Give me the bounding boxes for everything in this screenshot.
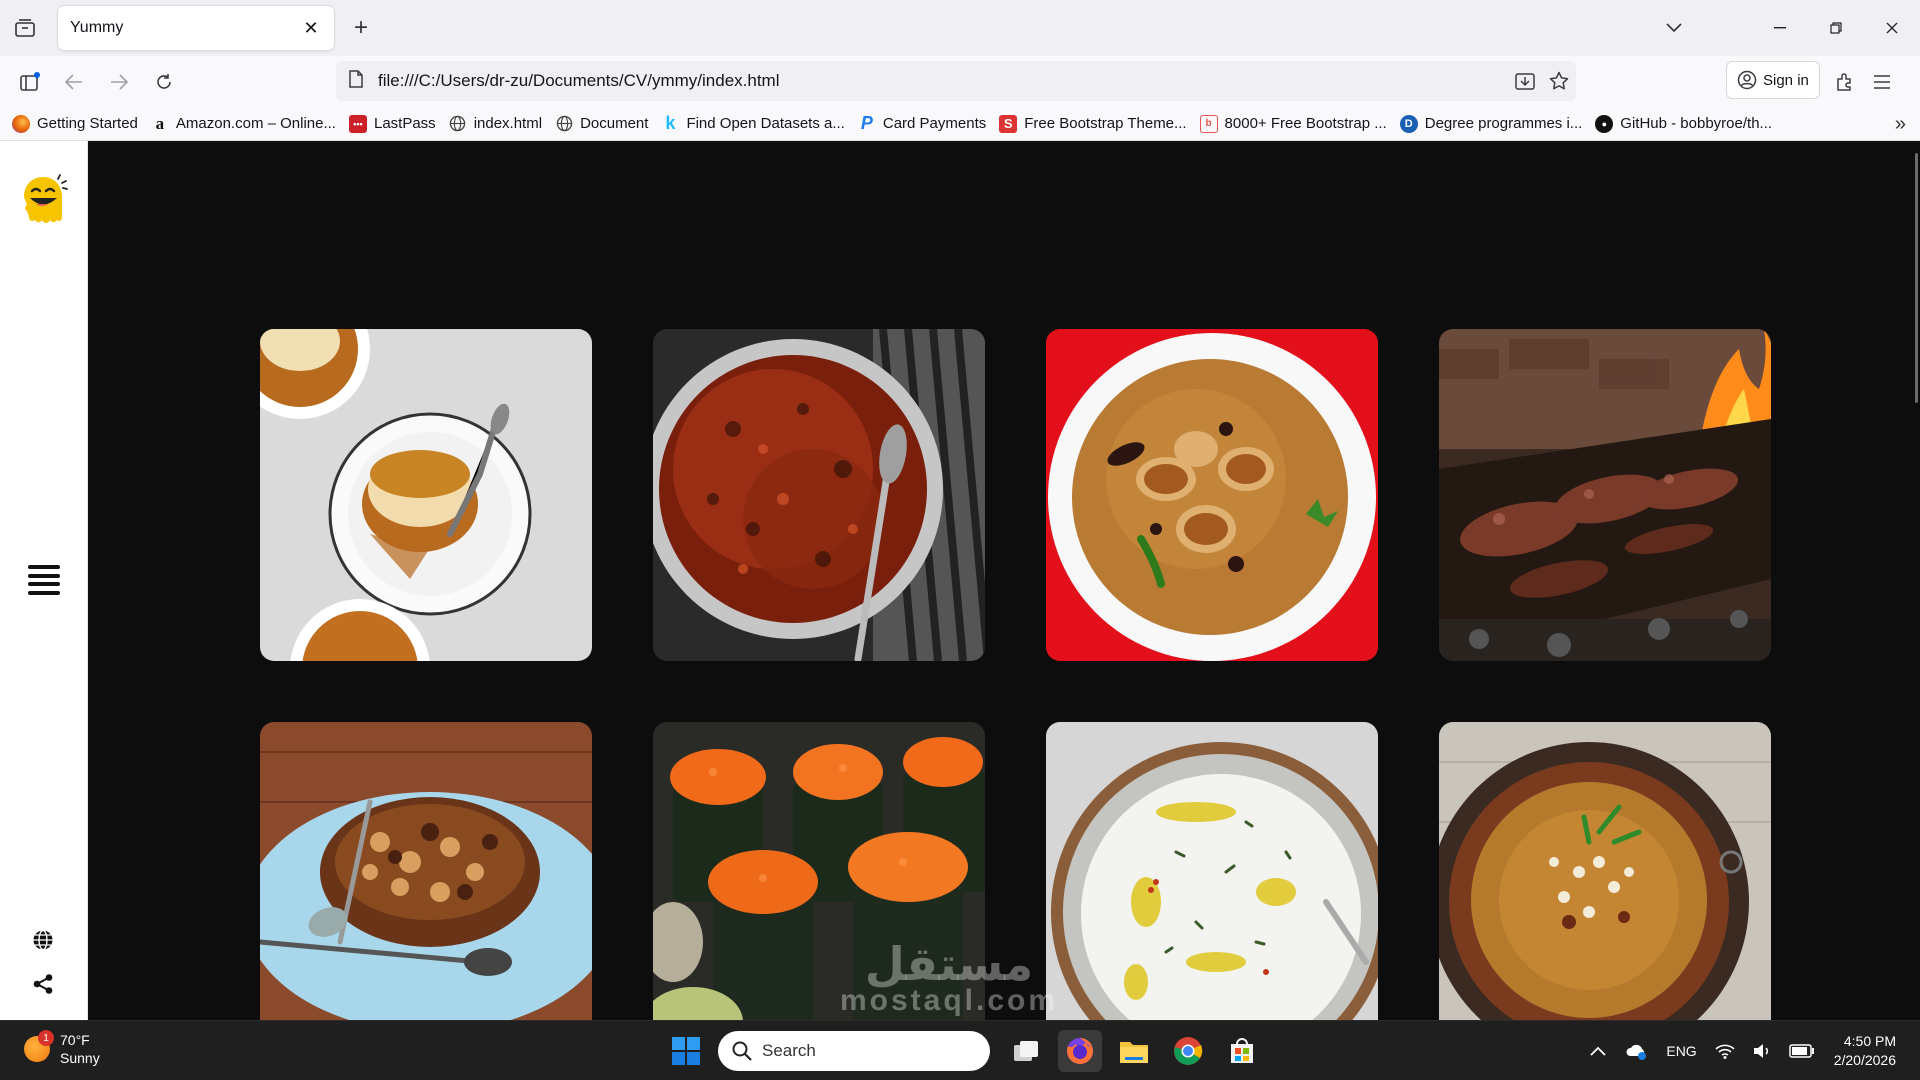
taskbar-apps: Search bbox=[664, 1030, 1274, 1072]
bookmark-amazon[interactable]: a Amazon.com – Online... bbox=[151, 113, 336, 133]
meal-card-stew[interactable] bbox=[653, 329, 985, 661]
system-tray: ENG 4:50 PM 2/20/2026 bbox=[1581, 1021, 1920, 1080]
bookmark-star-icon[interactable] bbox=[1542, 64, 1576, 98]
windows-start-icon[interactable] bbox=[664, 1030, 708, 1072]
microsoft-store-icon[interactable] bbox=[1220, 1030, 1264, 1072]
amazon-icon: a bbox=[155, 113, 165, 133]
browser-tab-active[interactable]: Yummy ✕ bbox=[58, 6, 334, 50]
clock-time: 4:50 PM bbox=[1843, 1033, 1896, 1049]
task-view-icon[interactable] bbox=[1004, 1030, 1048, 1072]
volume-icon[interactable] bbox=[1753, 1043, 1771, 1059]
chrome-icon[interactable] bbox=[1166, 1030, 1210, 1072]
bookmark-document[interactable]: Document bbox=[555, 115, 648, 133]
meal-card-stew-bowl[interactable] bbox=[260, 722, 592, 1020]
clock[interactable]: 4:50 PM 2/20/2026 bbox=[1834, 1032, 1896, 1070]
share-icon[interactable] bbox=[30, 971, 56, 997]
chevron-down-icon[interactable] bbox=[1660, 14, 1688, 42]
paypal-icon: P bbox=[860, 113, 873, 133]
globe-icon[interactable] bbox=[30, 927, 56, 953]
temperature: 70°F bbox=[60, 1032, 90, 1048]
bookmark-degree-programmes[interactable]: D Degree programmes i... bbox=[1399, 114, 1582, 133]
chevron-up-icon[interactable] bbox=[1590, 1046, 1606, 1056]
search-icon bbox=[732, 1041, 752, 1061]
startbootstrap-icon: S bbox=[999, 114, 1018, 133]
lastpass-icon: ••• bbox=[348, 114, 367, 133]
firefox-taskbar-icon[interactable] bbox=[1058, 1030, 1102, 1072]
bookmark-getting-started[interactable]: Getting Started bbox=[12, 114, 138, 133]
navigation-toolbar: file:///C:/Users/dr-zu/Documents/CV/ymmy… bbox=[0, 56, 1920, 107]
page-scrollbar[interactable] bbox=[1915, 153, 1918, 403]
sign-in-button[interactable]: Sign in bbox=[1726, 61, 1820, 99]
account-icon bbox=[1737, 70, 1757, 90]
meal-card-flan[interactable] bbox=[260, 329, 592, 661]
window-controls bbox=[1752, 0, 1920, 56]
bookmark-free-bootstrap-themes[interactable]: S Free Bootstrap Theme... bbox=[999, 114, 1187, 133]
app-menu-icon[interactable] bbox=[1866, 66, 1898, 98]
hamburger-menu-icon[interactable] bbox=[28, 565, 60, 595]
close-window-icon[interactable] bbox=[1864, 0, 1920, 56]
globe-icon bbox=[555, 115, 573, 133]
meal-card-kabsa[interactable] bbox=[1046, 329, 1378, 661]
chevron-double-right-icon[interactable]: » bbox=[1895, 113, 1906, 136]
bookmark-github[interactable]: ● GitHub - bobbyroe/th... bbox=[1595, 114, 1772, 133]
globe-icon bbox=[449, 115, 467, 133]
web-page: مستقل mostaql.com bbox=[0, 141, 1920, 1020]
battery-icon[interactable] bbox=[1788, 1044, 1815, 1058]
stew-image bbox=[653, 329, 985, 661]
onedrive-icon[interactable] bbox=[1624, 1042, 1648, 1060]
restore-icon[interactable] bbox=[1808, 0, 1864, 56]
firefox-icon bbox=[12, 114, 30, 133]
browser-tab-strip: Yummy ✕ + bbox=[0, 0, 1920, 56]
soup-image bbox=[1439, 722, 1771, 1020]
bookmark-kaggle[interactable]: k Find Open Datasets a... bbox=[661, 113, 844, 133]
kaggle-icon: k bbox=[665, 113, 676, 133]
reload-icon[interactable] bbox=[148, 66, 180, 98]
tab-title: Yummy bbox=[70, 19, 124, 36]
meal-card-yogurt[interactable] bbox=[1046, 722, 1378, 1020]
bookmarks-toolbar: Getting Started a Amazon.com – Online...… bbox=[0, 107, 1920, 141]
grill-image bbox=[1439, 329, 1771, 661]
clock-date: 2/20/2026 bbox=[1833, 1052, 1896, 1068]
site-sidebar bbox=[0, 141, 88, 1020]
stew-bowl-image bbox=[260, 722, 592, 1020]
back-icon[interactable] bbox=[58, 66, 90, 98]
new-tab-button[interactable]: + bbox=[346, 14, 376, 42]
language-indicator[interactable]: ENG bbox=[1666, 1043, 1696, 1059]
bookmark-card-payments[interactable]: P Card Payments bbox=[858, 113, 986, 133]
minimize-icon[interactable] bbox=[1752, 0, 1808, 56]
sidebar-toggle-icon[interactable] bbox=[14, 66, 46, 98]
watermark: مستقل mostaql.com bbox=[840, 937, 1059, 1017]
d-icon: D bbox=[1399, 114, 1418, 133]
github-icon: ● bbox=[1595, 114, 1614, 133]
weather-widget[interactable]: 1 70°F Sunny bbox=[24, 1030, 100, 1067]
meal-grid bbox=[260, 329, 1771, 1020]
meal-card-soup[interactable] bbox=[1439, 722, 1771, 1020]
yummy-logo-icon[interactable] bbox=[18, 171, 68, 229]
bookmark-index-html[interactable]: index.html bbox=[449, 115, 542, 133]
windows-taskbar: 1 70°F Sunny Search ENG 4:50 PM 2/20/202… bbox=[0, 1020, 1920, 1080]
address-bar[interactable]: file:///C:/Users/dr-zu/Documents/CV/ymmy… bbox=[336, 61, 1576, 101]
bookmark-8000-free-bootstrap[interactable]: b 8000+ Free Bootstrap ... bbox=[1199, 114, 1387, 133]
extensions-icon[interactable] bbox=[1829, 66, 1861, 98]
wifi-icon[interactable] bbox=[1715, 1043, 1735, 1059]
tab-list-icon[interactable] bbox=[10, 14, 40, 42]
bookmark-lastpass[interactable]: ••• LastPass bbox=[348, 114, 436, 133]
flan-image bbox=[260, 329, 592, 661]
bootstrap-icon: b bbox=[1199, 114, 1218, 133]
file-explorer-icon[interactable] bbox=[1112, 1030, 1156, 1072]
notification-badge: 1 bbox=[38, 1030, 54, 1046]
page-icon bbox=[348, 69, 364, 93]
meal-card-grill[interactable] bbox=[1439, 329, 1771, 661]
sun-icon: 1 bbox=[24, 1030, 54, 1062]
download-icon[interactable] bbox=[1508, 64, 1542, 98]
url-text[interactable]: file:///C:/Users/dr-zu/Documents/CV/ymmy… bbox=[378, 71, 1508, 91]
tab-close-icon[interactable]: ✕ bbox=[300, 17, 322, 39]
kabsa-image bbox=[1046, 329, 1378, 661]
sign-in-label: Sign in bbox=[1763, 71, 1809, 89]
forward-icon[interactable] bbox=[103, 66, 135, 98]
yogurt-image bbox=[1046, 722, 1378, 1020]
weather-condition: Sunny bbox=[60, 1050, 100, 1066]
taskbar-search[interactable]: Search bbox=[718, 1031, 990, 1071]
